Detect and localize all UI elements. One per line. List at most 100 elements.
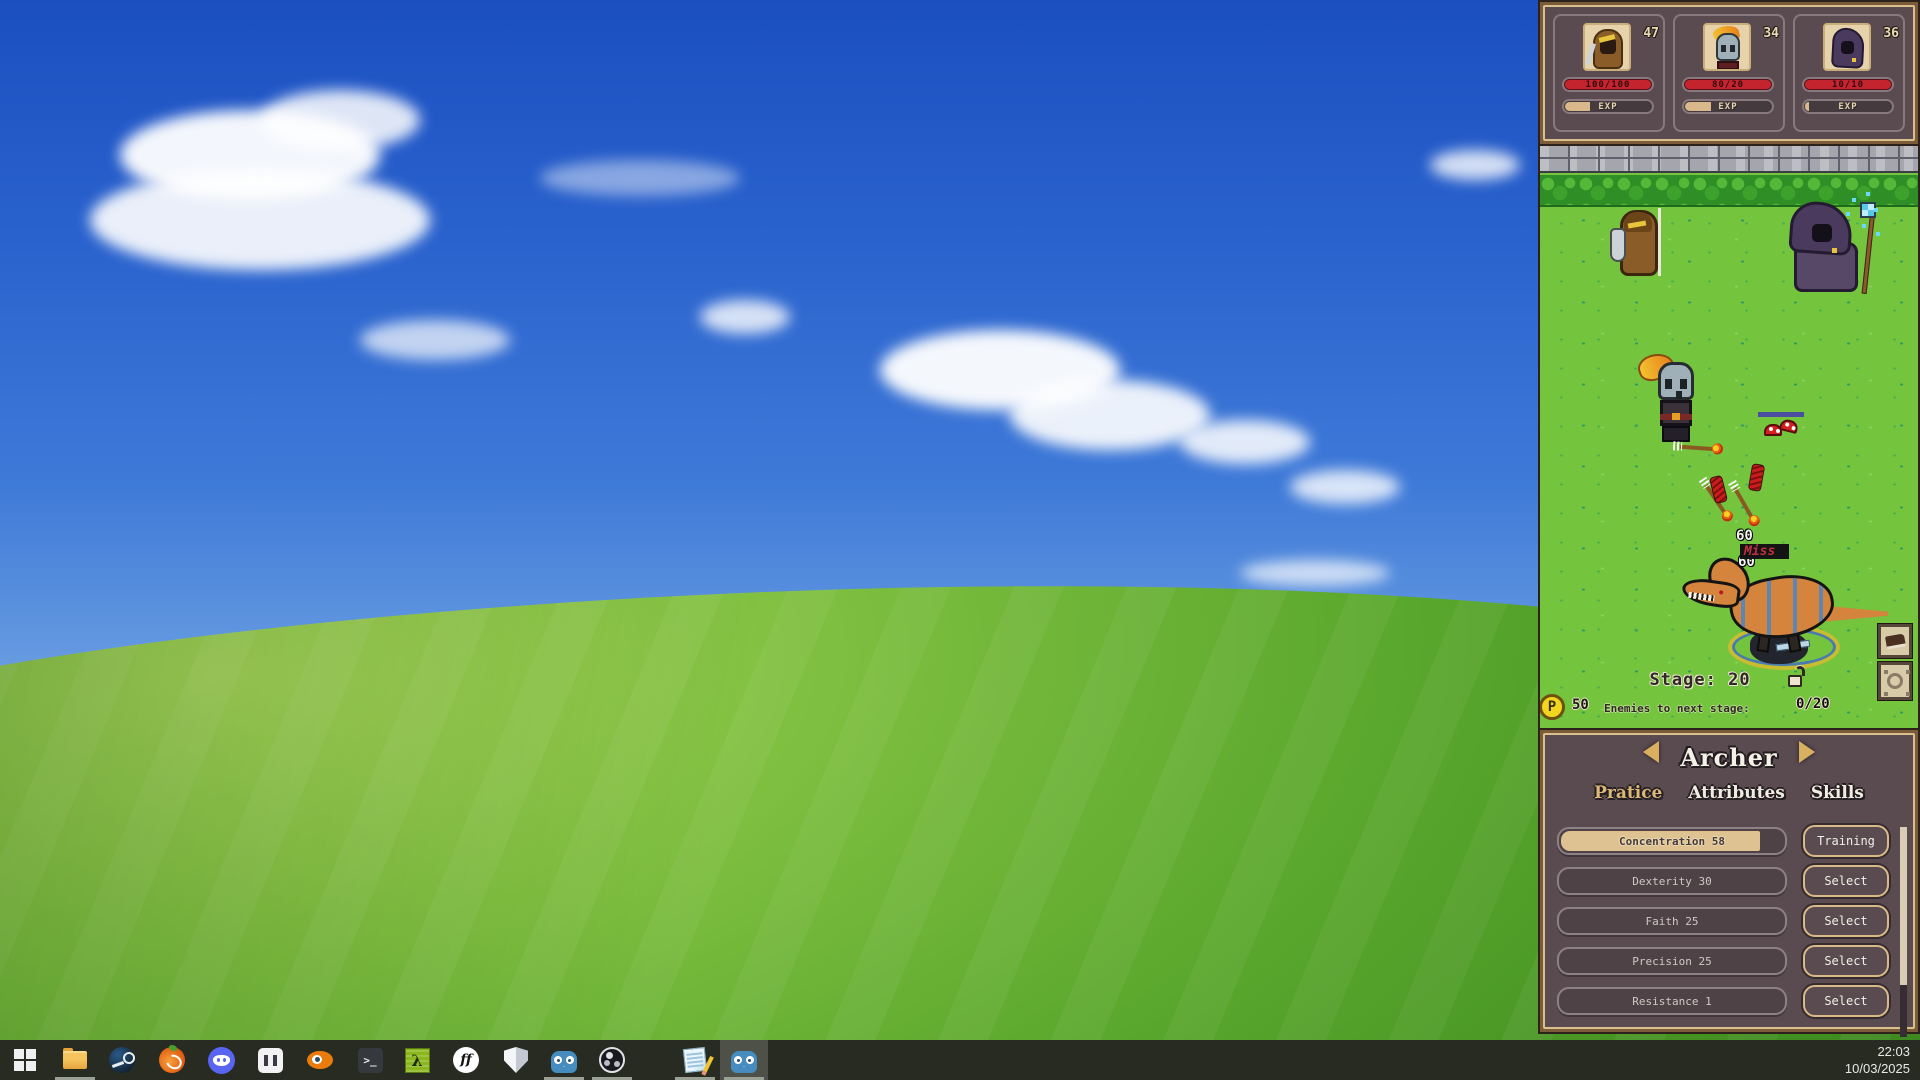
archer-shield-icon xyxy=(1610,228,1626,262)
tab-attributes[interactable]: Attributes xyxy=(1688,783,1785,803)
party-panel-body: 47 100/100 EXP xyxy=(1543,5,1915,141)
file-explorer-button[interactable] xyxy=(59,1045,91,1075)
panel-scrollbar-thumb[interactable] xyxy=(1900,985,1907,1037)
party-card-archer[interactable]: 47 100/100 EXP xyxy=(1553,14,1665,132)
start-button[interactable] xyxy=(9,1045,41,1075)
class-panel: Archer Pratice Attributes Skills Concent… xyxy=(1538,728,1920,1034)
cloud xyxy=(1240,560,1390,586)
red-bolt-projectile xyxy=(1709,475,1728,504)
damage-number: 60 xyxy=(1736,528,1753,544)
debris xyxy=(1758,412,1804,417)
godot-active-button[interactable] xyxy=(728,1045,760,1075)
terminal-prompt-glyph: >_ xyxy=(363,1054,376,1067)
machine-button[interactable] xyxy=(1878,662,1912,700)
next-class-arrow-icon[interactable] xyxy=(1799,741,1815,763)
wizard-hp-bar: 10/10 xyxy=(1802,77,1894,92)
resistance-label: Resistance 1 xyxy=(1559,989,1785,1013)
taskbar-clock[interactable]: 22:03 10/03/2025 xyxy=(1845,1043,1910,1077)
cloud xyxy=(260,90,420,150)
wizard-field-sprite xyxy=(1788,202,1884,300)
fontforge-icon: ff xyxy=(453,1047,479,1073)
knight-legs-icon xyxy=(1662,426,1690,442)
class-tabs: Pratice Attributes Skills xyxy=(1545,783,1913,803)
archer-hp-text: 100/100 xyxy=(1564,79,1652,90)
select-faith-button[interactable]: Select xyxy=(1803,905,1889,937)
dexterity-label: Dexterity 30 xyxy=(1559,869,1785,893)
outlet-icon xyxy=(258,1048,283,1073)
cloud xyxy=(1180,420,1310,464)
knight-exp-bar: EXP xyxy=(1682,99,1774,114)
discord-icon xyxy=(208,1047,235,1074)
knight-exp-label: EXP xyxy=(1684,101,1772,112)
wizard-portrait xyxy=(1823,23,1871,71)
stage-lock-icon[interactable] xyxy=(1788,666,1806,688)
knight-helmet-icon xyxy=(1658,362,1694,400)
class-panel-body: Archer Pratice Attributes Skills Concent… xyxy=(1543,733,1915,1029)
wizard-staff-head-icon xyxy=(1860,202,1876,218)
concentration-label: Concentration 58 xyxy=(1559,829,1785,853)
knight-nose-icon xyxy=(1676,391,1682,399)
panel-scrollbar[interactable] xyxy=(1900,827,1907,1037)
tab-pratice[interactable]: Pratice xyxy=(1594,783,1662,803)
blender-icon xyxy=(307,1051,333,1069)
attribute-row: Faith 25 Select xyxy=(1557,907,1915,937)
steam-button[interactable] xyxy=(106,1045,138,1075)
miss-text: Miss xyxy=(1740,544,1789,559)
obs-button[interactable] xyxy=(596,1045,628,1075)
stone-wall xyxy=(1540,146,1918,173)
fontforge-button[interactable]: ff xyxy=(450,1045,482,1075)
knight-helmet-icon xyxy=(1716,33,1740,61)
wizard-exp-label: EXP xyxy=(1804,101,1892,112)
knight-eye-icon xyxy=(1680,379,1687,389)
knight-hp-text: 80/20 xyxy=(1684,79,1772,90)
knight-collar-icon xyxy=(1717,61,1739,70)
precision-label: Precision 25 xyxy=(1559,949,1785,973)
select-resistance-button[interactable]: Select xyxy=(1803,985,1889,1017)
prev-class-arrow-icon[interactable] xyxy=(1643,741,1659,763)
fl-studio-button[interactable] xyxy=(156,1045,188,1075)
archer-portrait xyxy=(1583,23,1631,71)
terminal-button[interactable]: >_ xyxy=(354,1045,386,1075)
wizard-face-icon xyxy=(1812,224,1832,242)
clock-date: 10/03/2025 xyxy=(1845,1060,1910,1077)
select-dexterity-button[interactable]: Select xyxy=(1803,865,1889,897)
attribute-row: Concentration 58 Training xyxy=(1557,827,1915,857)
knight-eye-icon xyxy=(1665,379,1672,389)
godot-icon xyxy=(731,1051,757,1073)
outlet-app-button[interactable] xyxy=(254,1045,286,1075)
wizard-exp-bar: EXP xyxy=(1802,99,1894,114)
terminal-icon: >_ xyxy=(358,1048,383,1073)
notepad-button[interactable] xyxy=(679,1045,711,1075)
party-panel: 47 100/100 EXP xyxy=(1538,0,1920,146)
training-button[interactable]: Training xyxy=(1803,825,1889,857)
archer-hp-bar: 100/100 xyxy=(1562,77,1654,92)
bestiary-button[interactable] xyxy=(1878,624,1912,658)
cloud xyxy=(360,320,510,360)
windows-security-button[interactable] xyxy=(500,1045,532,1075)
lambda-app-button[interactable]: λ xyxy=(401,1045,433,1075)
class-title: Archer xyxy=(1680,743,1777,772)
raptor-enemy-sprite xyxy=(1688,538,1884,678)
knight-eye-icon xyxy=(1721,45,1726,52)
fl-studio-icon xyxy=(159,1047,185,1073)
knight-buckle-icon xyxy=(1672,413,1680,420)
raptor-teeth-icon xyxy=(1688,592,1715,602)
select-precision-button[interactable]: Select xyxy=(1803,945,1889,977)
concentration-progress: Concentration 58 xyxy=(1557,827,1787,855)
attribute-row: Resistance 1 Select xyxy=(1557,987,1915,1017)
faith-pill: Faith 25 xyxy=(1557,907,1787,935)
wizard-hp-text: 10/10 xyxy=(1804,79,1892,90)
godot-button[interactable] xyxy=(548,1045,580,1075)
wizard-clasp-icon xyxy=(1832,248,1837,253)
party-card-wizard[interactable]: 36 10/10 EXP xyxy=(1793,14,1905,132)
blender-button[interactable] xyxy=(304,1045,336,1075)
party-card-knight[interactable]: 34 80/20 EXP xyxy=(1673,14,1785,132)
tab-skills[interactable]: Skills xyxy=(1811,783,1864,803)
wizard-face-icon xyxy=(1841,41,1854,54)
attribute-row: Dexterity 30 Select xyxy=(1557,867,1915,897)
discord-button[interactable] xyxy=(205,1045,237,1075)
taskbar: >_ λ ff 22:03 10/03/2025 xyxy=(0,1040,1920,1080)
cloud xyxy=(540,160,740,196)
notepad-icon xyxy=(683,1047,707,1073)
cloud xyxy=(90,170,430,270)
